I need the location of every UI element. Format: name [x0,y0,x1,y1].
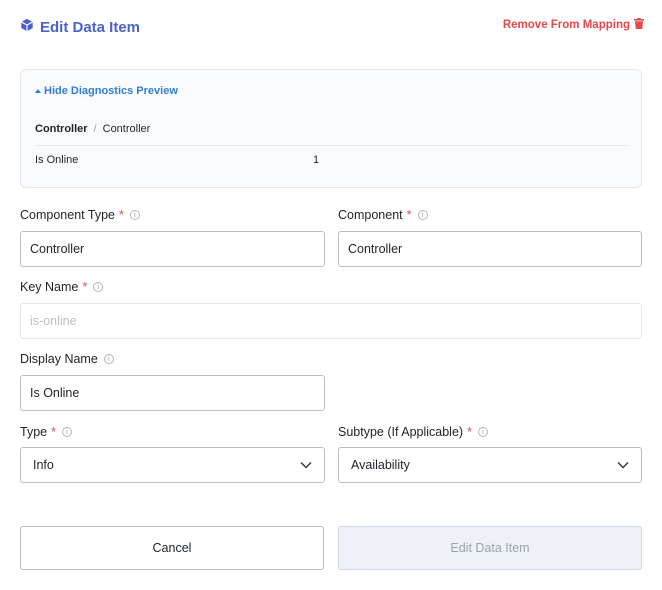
subtype-label-text: Subtype (If Applicable) [338,425,464,439]
info-icon[interactable]: i [93,282,104,292]
diagnostics-value: 1 [313,154,320,166]
key-name-field[interactable]: is-online [20,303,642,339]
display-name-label-text: Display Name [20,352,98,366]
type-selected-value: Info [33,458,54,472]
component-label-text: Component [338,208,403,222]
hide-diagnostics-toggle[interactable]: Hide Diagnostics Preview [35,85,178,97]
breadcrumb-item-component-type: Controller [35,123,88,135]
subtype-selected-value: Availability [351,458,410,472]
page-title-text: Edit Data Item [40,18,141,36]
required-marker: * [467,425,472,439]
key-name-placeholder: is-online [30,314,77,328]
hide-diagnostics-label: Hide Diagnostics Preview [44,85,178,97]
trash-icon [634,18,644,32]
edit-data-item-button-label: Edit Data Item [450,541,530,555]
remove-from-mapping-button[interactable]: Remove From Mapping [503,18,644,32]
info-icon[interactable]: i [61,427,72,437]
display-name-value: Is Online [30,386,80,400]
subtype-select[interactable]: Availability [338,447,642,483]
caret-up-icon [35,88,41,93]
breadcrumb-separator: / [93,123,97,135]
breadcrumb-item-component: Controller [102,123,151,135]
diagnostics-preview-panel: Hide Diagnostics Preview Controller / Cont… [20,69,642,188]
required-marker: * [82,280,88,294]
cancel-button[interactable]: Cancel [20,526,324,570]
diagnostics-key: Is Online [35,154,79,166]
key-name-label-text: Key Name [20,280,79,294]
info-icon[interactable]: i [417,210,428,220]
chevron-down-icon [617,461,629,469]
header: Edit Data Item Remove From Mapping [20,18,644,40]
component-label: Component * i [338,208,428,222]
breadcrumb: Controller / Controller [35,123,150,135]
type-label: Type * i [20,425,72,439]
component-type-label: Component Type * i [20,208,140,222]
subtype-label: Subtype (If Applicable) * i [338,425,488,439]
component-field[interactable]: Controller [338,231,642,267]
display-name-label: Display Name i [20,352,114,366]
divider [35,145,627,146]
component-type-value: Controller [30,242,85,256]
chevron-down-icon [300,461,312,469]
info-icon[interactable]: i [103,354,114,364]
display-name-field[interactable]: Is Online [20,375,325,411]
component-type-field[interactable]: Controller [20,231,325,267]
component-value: Controller [348,242,403,256]
cube-icon [20,18,34,36]
type-label-text: Type [20,425,48,439]
cancel-button-label: Cancel [152,541,192,555]
info-icon[interactable]: i [477,427,488,437]
edit-data-item-button[interactable]: Edit Data Item [338,526,642,570]
remove-from-mapping-label: Remove From Mapping [502,19,630,31]
component-type-label-text: Component Type [20,208,115,222]
required-marker: * [406,208,412,222]
info-icon[interactable]: i [129,210,140,220]
required-marker: * [51,425,56,439]
type-select[interactable]: Info [20,447,325,483]
required-marker: * [118,208,124,222]
key-name-label: Key Name * i [20,280,104,294]
page-title: Edit Data Item [20,18,140,36]
